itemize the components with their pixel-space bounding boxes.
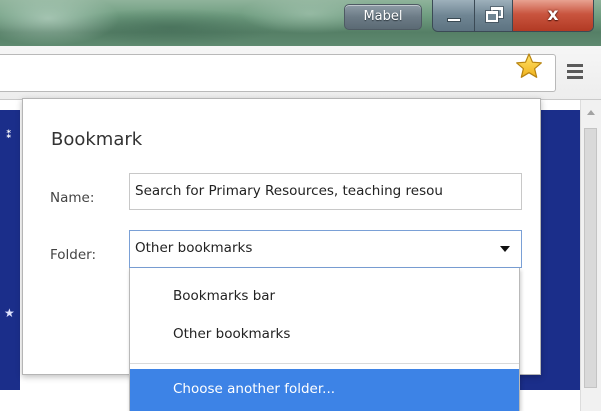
folder-option-other-bookmarks[interactable]: Other bookmarks [130,317,519,353]
choose-another-folder-option[interactable]: Choose another folder... [130,369,519,411]
folder-option-label: Other bookmarks [173,326,291,342]
minimize-button[interactable] [433,0,475,31]
browser-toolbar [0,46,601,100]
scroll-up-icon[interactable] [587,110,595,115]
name-label: Name: [50,190,95,206]
minimize-icon [447,18,461,22]
choose-another-folder-label: Choose another folder... [173,381,336,397]
scrollbar-thumb[interactable] [584,128,597,388]
profile-button[interactable]: Mabel [344,4,422,30]
menu-icon[interactable] [567,64,585,82]
page-star-icon: ★ [4,306,15,320]
folder-dropdown: Bookmarks bar Other bookmarks Choose ano… [129,268,520,411]
folder-label: Folder: [50,247,97,263]
page-banner-left: ⁑ ★ [0,110,20,390]
restore-icon-front [485,10,499,23]
browser-window: Mabel x ⁑ ★ Bookmark Name: Search for Pr… [0,0,601,411]
profile-name: Mabel [363,9,403,24]
restore-button[interactable] [475,0,513,31]
dropdown-divider [130,363,519,364]
folder-selected-value: Other bookmarks [135,240,253,256]
folder-option-bookmarks-bar[interactable]: Bookmarks bar [130,279,519,315]
aero-highlight [0,0,120,46]
close-button[interactable]: x [513,0,593,31]
close-icon: x [547,5,559,25]
folder-option-label: Bookmarks bar [173,288,276,304]
folder-select[interactable]: Other bookmarks [129,230,522,268]
page-scrollbar[interactable] [580,100,601,411]
bookmark-title: Bookmark [51,129,143,150]
star-icon[interactable] [515,52,543,80]
bookmark-name-input[interactable]: Search for Primary Resources, teaching r… [129,173,522,210]
address-bar[interactable] [0,54,556,92]
bookmark-name-value: Search for Primary Resources, teaching r… [135,183,443,199]
chevron-down-icon [500,246,510,252]
title-bar: Mabel x [0,0,601,46]
page-mark-icon: ⁑ [6,128,12,141]
window-controls: x [432,0,594,32]
